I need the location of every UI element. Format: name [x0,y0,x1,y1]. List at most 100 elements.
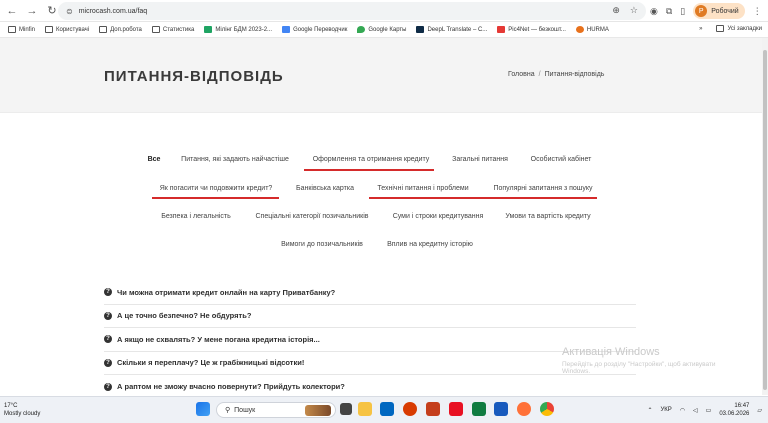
task-view-icon[interactable] [340,403,352,415]
highlight-underline [304,169,434,171]
sheets-icon [204,26,213,33]
all-bookmarks-button[interactable]: Усі закладки [716,25,762,32]
browser-toolbar: ← → ↻ ⊜ microcash.com.ua/faq ⊕ ☆ ◉ ⧉ ▯ Р… [0,0,768,22]
filter-security[interactable]: Безпека і легальність [161,213,231,220]
menu-icon[interactable]: ⋮ [753,6,762,17]
page-header: ПИТАННЯ-ВІДПОВІДЬ Головна / Питання-відпов… [0,38,768,113]
filter-application[interactable]: Оформлення та отримання кредиту [313,156,430,163]
question-icon: ? [104,382,112,391]
bookmark-item[interactable]: HURMA [575,26,609,33]
pdf-icon[interactable] [449,402,463,416]
bookmark-item[interactable]: DeepL Translate – С... [416,26,487,33]
faq-question[interactable]: ? А раптом не зможу вчасно повернути? При… [104,375,636,399]
filter-personal-cabinet[interactable]: Особистий кабінет [531,156,592,163]
file-explorer-icon[interactable] [358,402,372,416]
powerpoint-icon[interactable] [426,402,440,416]
bookmark-item[interactable]: Статистика [151,26,194,33]
hurma-icon [575,26,584,33]
faq-list: ? Чи можна отримати кредит онлайн на карт… [104,281,636,399]
breadcrumb-current: Питання-відповідь [544,71,605,78]
camera-icon[interactable]: ◉ [650,6,658,17]
address-bar[interactable]: ⊜ microcash.com.ua/faq ⊕ ☆ [58,2,646,20]
bookmark-item[interactable]: Pic4Net — безкошт... [497,26,566,33]
extensions-icon[interactable]: ⧉ [666,6,672,17]
highlight-underline [369,197,597,199]
profile-label: Робочий [711,7,739,15]
filter-all[interactable]: Все [148,156,161,163]
filter-technical[interactable]: Технічні питання і проблеми [377,185,468,192]
site-info-icon[interactable]: ⊜ [66,7,73,16]
tray-chevron-icon[interactable]: ⌃ [647,407,652,414]
breadcrumb-home-link[interactable]: Головна [508,71,535,78]
windows-start-icon[interactable] [196,402,210,416]
bookmark-item[interactable]: Доп.робота [99,26,142,33]
filter-frequent[interactable]: Питання, які задають найчастіше [181,156,289,163]
faq-question[interactable]: ? А це точно безпечно? Не обдурять? [104,305,636,328]
filter-amounts-terms[interactable]: Суми і строки кредитування [393,213,484,220]
store-icon[interactable] [380,402,394,416]
system-tray: ⌃ УКР ◠ ◁ ▭ 16:47 03.06.2026 ▱ [647,402,762,418]
filter-bank-card[interactable]: Банківська картка [296,185,354,192]
filter-row: Вимоги до позичальників Вплив на кредитн… [0,241,768,255]
question-icon: ? [104,311,112,320]
question-icon: ? [104,335,112,344]
folder-icon [716,25,725,32]
weather-desc: Mostly cloudy [4,411,41,417]
clock[interactable]: 16:47 03.06.2026 [719,402,749,418]
bookmark-item[interactable]: Користувачі [45,26,89,33]
profile-button[interactable]: Р Робочий [693,3,745,19]
bookmark-star-icon[interactable]: ☆ [630,5,638,16]
filter-general[interactable]: Загальні питання [452,156,508,163]
highlight-underline [152,197,279,199]
notifications-icon[interactable]: ▱ [757,407,762,414]
filter-popular-search[interactable]: Популярні запитання з пошуку [493,185,592,192]
sidepanel-icon[interactable]: ▯ [680,6,685,17]
weather-temp: 17°C [4,403,18,409]
scrollbar-thumb[interactable] [763,50,767,390]
bookmarks-bar: Minfin Користувачі Доп.робота Статистика… [0,22,768,38]
bookmark-item[interactable]: Minfin [8,26,35,33]
url-text[interactable]: microcash.com.ua/faq [79,8,147,15]
forward-icon[interactable]: → [24,3,40,19]
filter-row: Все Питання, які задають найчастіше Офор… [0,156,768,170]
folder-icon [99,26,108,33]
question-icon: ? [104,358,112,367]
weather-widget[interactable]: 17°C Mostly cloudy [4,402,40,418]
language-indicator[interactable]: УКР [660,407,671,413]
windows-taskbar: 17°C Mostly cloudy ⚲ Пошук ⌃ УКР ◠ ◁ ▭ 1… [0,396,768,423]
maps-icon [357,26,366,33]
bookmark-item[interactable]: Google Переводчик [282,26,347,33]
translate-icon [282,26,291,33]
taskbar-search[interactable]: ⚲ Пошук [216,402,336,418]
opera-icon[interactable] [403,402,417,416]
pic4net-icon [497,26,506,33]
page-scrollbar[interactable] [762,38,768,395]
wifi-icon[interactable]: ◠ [680,407,685,414]
filter-repay-extend[interactable]: Як погасити чи подовжити кредит? [160,185,273,192]
deepl-icon [416,26,425,33]
filter-requirements[interactable]: Вимоги до позичальників [281,241,363,248]
page-title: ПИТАННЯ-ВІДПОВІДЬ [104,68,284,85]
word-icon[interactable] [494,402,508,416]
faq-question[interactable]: ? Скільки я переплачу? Це ж грабіжницькі … [104,352,636,375]
filter-special-categories[interactable]: Спеціальні категорії позичальників [255,213,368,220]
chrome-icon[interactable] [540,402,554,416]
back-icon[interactable]: ← [4,3,20,19]
zoom-icon[interactable]: ⊕ [612,5,620,16]
bookmark-item[interactable]: Google Карты [357,26,406,33]
volume-icon[interactable]: ◁ [693,407,698,414]
folder-icon [45,26,54,33]
battery-icon[interactable]: ▭ [706,407,712,414]
filter-row: Безпека і легальність Спеціальні категор… [0,213,768,227]
filter-conditions-cost[interactable]: Умови та вартість кредиту [505,213,590,220]
bookmarks-overflow-icon[interactable]: » [699,26,702,32]
bookmark-item[interactable]: Мілінг БДМ 2023-2... [204,26,272,33]
faq-question[interactable]: ? Чи можна отримати кредит онлайн на карт… [104,281,636,305]
windows-activation-watermark: Активація Windows Перейдіть до розділу "… [562,346,716,375]
search-highlight-icon [305,405,331,416]
filter-credit-history[interactable]: Вплив на кредитну історію [387,241,473,248]
faq-question[interactable]: ? А якщо не схвалять? У мене погана креди… [104,328,636,352]
excel-icon[interactable] [472,402,486,416]
firefox-icon[interactable] [517,402,531,416]
avatar: Р [695,5,708,17]
